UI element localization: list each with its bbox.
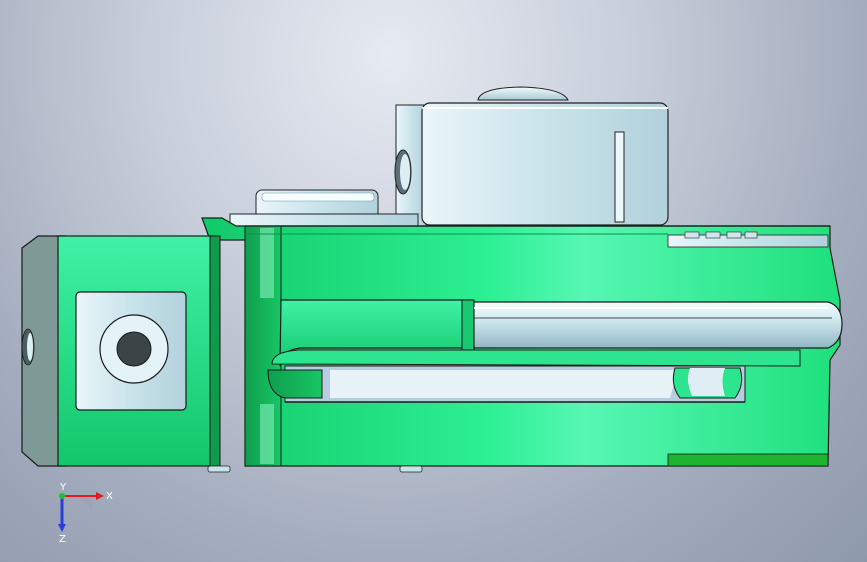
piston-rod[interactable] <box>461 299 843 351</box>
orientation-triad: X Y Z <box>58 482 113 545</box>
y-axis-dot <box>59 493 65 499</box>
z-axis-label: Z <box>59 534 66 545</box>
left-cap[interactable] <box>229 189 419 229</box>
x-axis-label: X <box>106 491 113 502</box>
top-housing[interactable] <box>394 86 669 228</box>
graphics-viewport[interactable]: X Y Z <box>0 0 867 562</box>
y-axis-label: Y <box>59 482 67 493</box>
bottom-feet <box>207 465 423 473</box>
end-block[interactable] <box>21 235 221 467</box>
cad-model[interactable] <box>0 0 867 562</box>
